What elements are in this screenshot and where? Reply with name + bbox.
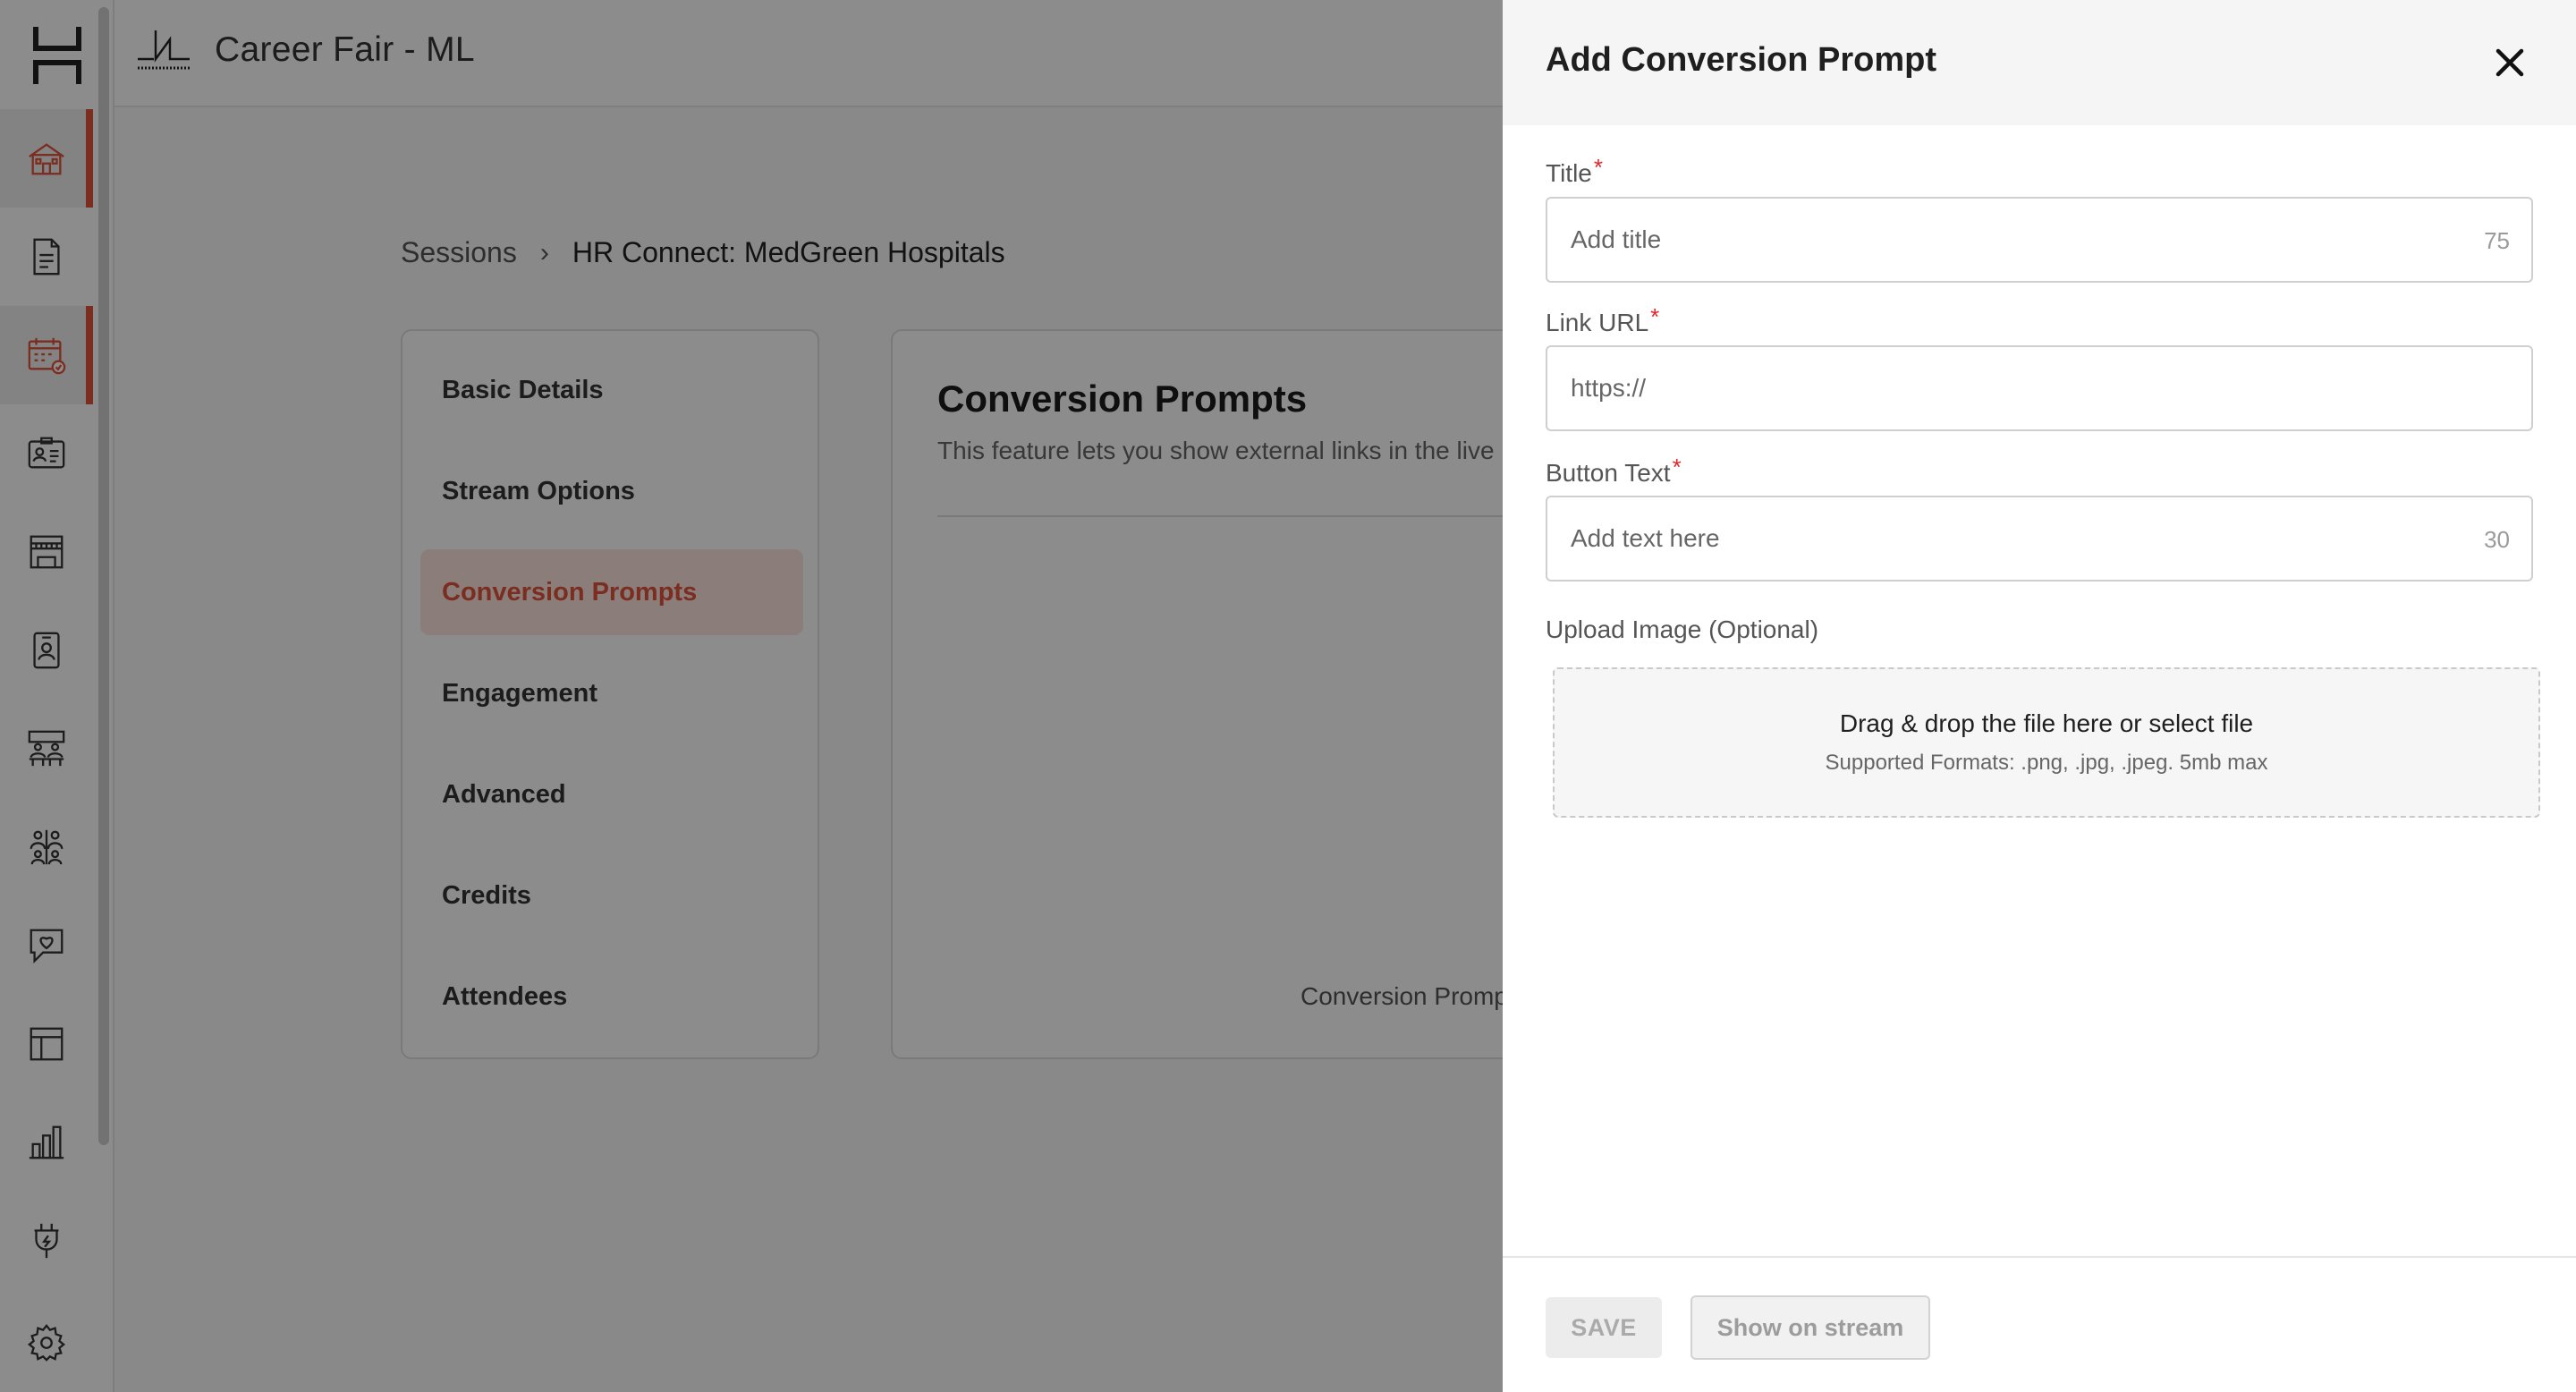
required-mark: * bbox=[1650, 303, 1660, 330]
button-text-label-text: Button Text bbox=[1546, 459, 1671, 487]
add-conversion-prompt-drawer: Add Conversion Prompt Title* 75 Link URL… bbox=[1503, 0, 2576, 1392]
title-input[interactable] bbox=[1547, 199, 2531, 281]
link-url-input[interactable] bbox=[1547, 347, 2531, 429]
dropzone-title: Drag & drop the file here or select file bbox=[1839, 709, 2254, 737]
drawer-header: Add Conversion Prompt bbox=[1503, 0, 2576, 125]
title-label-text: Title bbox=[1546, 159, 1592, 187]
button-text-label: Button Text* bbox=[1546, 454, 1682, 488]
title-label: Title* bbox=[1546, 154, 1603, 188]
button-text-char-counter: 30 bbox=[2484, 526, 2510, 553]
button-text-field: 30 bbox=[1546, 496, 2533, 581]
required-mark: * bbox=[1593, 154, 1603, 181]
drawer-title: Add Conversion Prompt bbox=[1546, 41, 1937, 79]
upload-image-label: Upload Image (Optional) bbox=[1546, 615, 1819, 643]
save-button[interactable]: SAVE bbox=[1546, 1297, 1662, 1358]
link-url-label-text: Link URL bbox=[1546, 309, 1649, 336]
image-dropzone[interactable]: Drag & drop the file here or select file… bbox=[1553, 667, 2540, 818]
close-button[interactable] bbox=[2487, 39, 2533, 86]
title-char-counter: 75 bbox=[2484, 227, 2510, 254]
dropzone-formats: Supported Formats: .png, .jpg, .jpeg. 5m… bbox=[1825, 751, 2268, 775]
close-icon bbox=[2496, 48, 2524, 77]
link-url-label: Link URL* bbox=[1546, 303, 1659, 337]
link-url-field bbox=[1546, 345, 2533, 431]
required-mark: * bbox=[1672, 454, 1682, 480]
show-on-stream-button[interactable]: Show on stream bbox=[1690, 1295, 1930, 1360]
button-text-input[interactable] bbox=[1547, 497, 2531, 580]
drawer-footer: SAVE Show on stream bbox=[1503, 1256, 2576, 1392]
title-field: 75 bbox=[1546, 197, 2533, 283]
